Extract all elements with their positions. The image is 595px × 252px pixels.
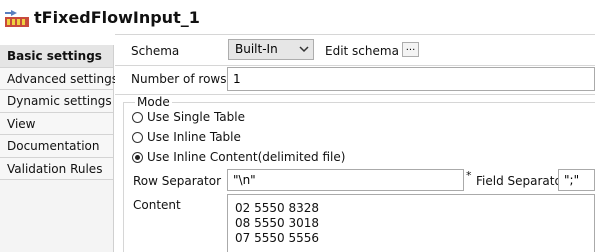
row-separator-label: Row Separator [133,174,222,188]
edit-schema-label: Edit schema [325,44,399,58]
radio-label-single-table: Use Single Table [147,110,245,124]
number-of-rows-input[interactable]: 1 [227,67,595,91]
fixed-flow-input-icon [5,10,29,27]
field-separator-input[interactable]: ";" [558,169,595,191]
edit-schema-button[interactable]: ... [402,42,419,57]
content-textarea[interactable]: 02 5550 8328 08 5550 3018 07 5550 5556 [227,194,595,252]
field-separator-label: Field Separator [476,174,567,188]
sidebar-item-documentation[interactable]: Documentation [0,135,113,158]
row-separator-input[interactable]: "\n" [227,169,464,191]
radio-use-single-table[interactable] [132,112,143,123]
component-header: tFixedFlowInput_1 [0,0,595,34]
number-of-rows-label: Number of rows [131,72,227,86]
chevron-down-icon [299,46,309,53]
schema-select-value: Built-In [235,42,278,56]
divider [115,65,595,66]
divider [115,34,595,35]
radio-label-inline-table: Use Inline Table [147,130,241,144]
content-line: 08 5550 3018 [235,216,319,230]
sidebar-item-validation-rules[interactable]: Validation Rules [0,157,113,180]
basic-settings-panel: Schema Built-In Edit schema ... Number o… [115,34,595,252]
radio-use-inline-content[interactable] [132,152,143,163]
content-label: Content [133,198,181,212]
schema-select[interactable]: Built-In [228,39,314,60]
radio-label-inline-content: Use Inline Content(delimited file) [147,150,346,164]
sidebar-item-basic-settings[interactable]: Basic settings [0,45,113,68]
divider [115,94,595,95]
content-line: 02 5550 8328 [235,201,319,215]
radio-use-inline-table[interactable] [132,132,143,143]
sidebar-item-dynamic-settings[interactable]: Dynamic settings [0,90,113,113]
required-marker: * [466,169,472,182]
sidebar-item-view[interactable]: View [0,112,113,135]
content-line: 07 5550 5556 [235,231,319,245]
schema-label: Schema [131,44,180,58]
mode-label: Mode [135,95,172,109]
settings-sidebar: Basic settings Advanced settings Dynamic… [0,45,118,252]
component-title: tFixedFlowInput_1 [34,8,200,27]
sidebar-item-advanced-settings[interactable]: Advanced settings [0,67,118,90]
